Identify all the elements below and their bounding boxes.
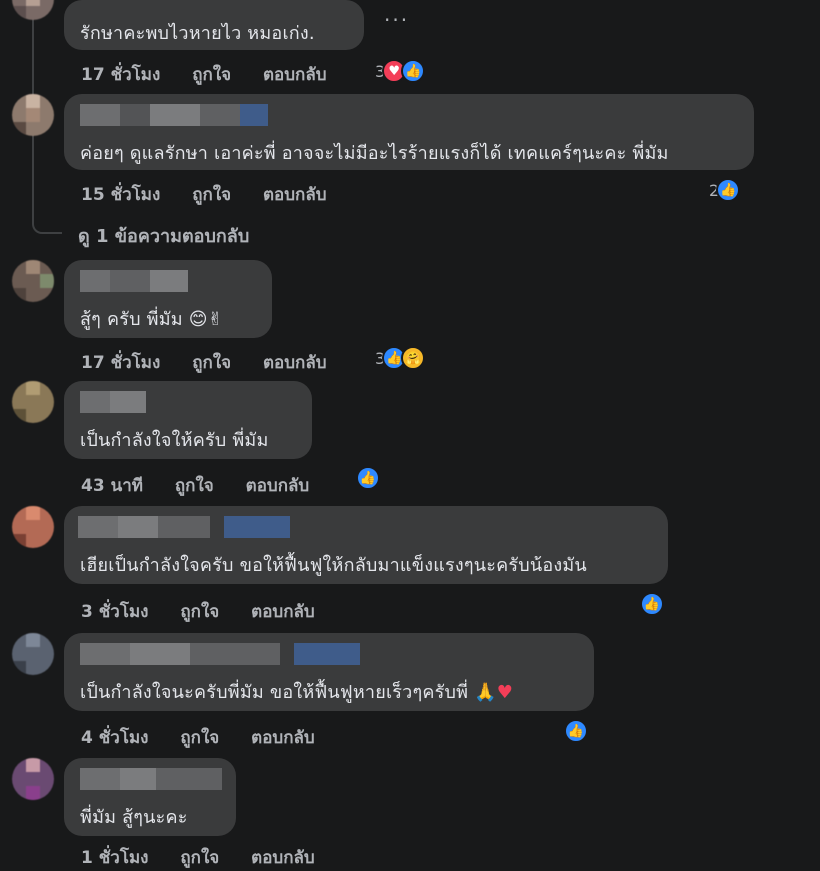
comment-actions: 43 นาที ถูกใจ ตอบกลับ — [81, 472, 335, 499]
comment-bubble: เป็นกำลังใจนะครับพี่มัม ขอให้ฟื้นฟูหายเร… — [64, 633, 594, 711]
reaction-summary[interactable]: 3 ♥ 👍 — [375, 59, 426, 83]
comment-text: เป็นกำลังใจนะครับพี่มัม ขอให้ฟื้นฟูหายเร… — [80, 677, 513, 706]
avatar[interactable] — [12, 758, 54, 800]
emoji-icon: 🙏♥ — [474, 682, 514, 703]
comment-actions: 4 ชั่วโมง ถูกใจ ตอบกลับ — [81, 724, 341, 751]
avatar[interactable] — [12, 260, 54, 302]
comment-bubble: เป็นกำลังใจให้ครับ พี่มัม — [64, 381, 312, 459]
avatar[interactable] — [12, 0, 54, 20]
comment-time[interactable]: 17 ชั่วโมง — [81, 353, 160, 373]
comment-actions: 1 ชั่วโมง ถูกใจ ตอบกลับ — [81, 844, 341, 871]
reply-thread-elbow — [32, 214, 62, 234]
reply-button[interactable]: ตอบกลับ — [263, 353, 327, 373]
thumbs-up-icon: 👍 — [564, 719, 588, 743]
comment-bubble: ค่อยๆ ดูแลรักษา เอาค่ะพี่ อาจจะไม่มีอะไร… — [64, 94, 754, 170]
reaction-summary[interactable]: 👍 — [356, 466, 380, 490]
comment-text: ค่อยๆ ดูแลรักษา เอาค่ะพี่ อาจจะไม่มีอะไร… — [80, 143, 669, 164]
avatar[interactable] — [12, 381, 54, 423]
comment-text: รักษาคะพบไวหายไว หมอเก่ง. — [80, 23, 315, 44]
like-button[interactable]: ถูกใจ — [180, 728, 219, 748]
comment-text-content: สู้ๆ ครับ พี่มัม — [80, 309, 183, 330]
comment-text-content: เป็นกำลังใจนะครับพี่มัม ขอให้ฟื้นฟูหายเร… — [80, 682, 469, 703]
blurred-author-name[interactable] — [80, 104, 268, 126]
reaction-summary[interactable]: 👍 — [640, 592, 664, 616]
emoji-icon: 😊✌ — [188, 309, 223, 330]
blurred-author-name[interactable] — [80, 768, 222, 790]
like-button[interactable]: ถูกใจ — [175, 476, 214, 496]
blurred-author-name[interactable] — [78, 516, 290, 538]
comment-text: เป็นกำลังใจให้ครับ พี่มัม — [80, 430, 269, 451]
thumbs-up-icon: 👍 — [356, 466, 380, 490]
thumbs-up-icon: 👍 — [401, 59, 426, 83]
avatar[interactable] — [12, 94, 54, 136]
reply-button[interactable]: ตอบกลับ — [251, 848, 315, 868]
comment-bubble: สู้ๆ ครับ พี่มัม 😊✌ — [64, 260, 272, 338]
comment-time[interactable]: 15 ชั่วโมง — [81, 185, 160, 205]
view-replies-link[interactable]: ดู 1 ข้อความตอบกลับ — [78, 221, 249, 250]
comment-bubble: เฮียเป็นกำลังใจครับ ขอให้ฟื้นฟูให้กลับมา… — [64, 506, 668, 584]
comment-time[interactable]: 17 ชั่วโมง — [81, 65, 160, 85]
more-options-icon[interactable]: ... — [384, 2, 409, 26]
comment-bubble: พี่มัม สู้ๆนะคะ — [64, 758, 236, 836]
reaction-summary[interactable]: 3 👍 🤗 — [375, 346, 426, 370]
comment-time[interactable]: 4 ชั่วโมง — [81, 728, 148, 748]
blurred-author-name[interactable] — [80, 643, 360, 665]
like-button[interactable]: ถูกใจ — [180, 848, 219, 868]
blurred-author-name[interactable] — [80, 391, 146, 413]
comment-actions: 17 ชั่วโมง ถูกใจ ตอบกลับ — [81, 61, 353, 88]
comment-time[interactable]: 1 ชั่วโมง — [81, 848, 148, 868]
reply-button[interactable]: ตอบกลับ — [251, 602, 315, 622]
reply-button[interactable]: ตอบกลับ — [263, 185, 327, 205]
like-button[interactable]: ถูกใจ — [192, 185, 231, 205]
reply-button[interactable]: ตอบกลับ — [246, 476, 310, 496]
reaction-summary[interactable]: 👍 — [564, 719, 588, 743]
blurred-author-name[interactable] — [80, 270, 188, 292]
care-hug-icon: 🤗 — [401, 346, 426, 370]
comment-actions: 17 ชั่วโมง ถูกใจ ตอบกลับ — [81, 349, 353, 376]
reaction-summary[interactable]: 2 👍 — [709, 178, 741, 202]
comment-text: พี่มัม สู้ๆนะคะ — [80, 807, 188, 828]
comment-actions: 3 ชั่วโมง ถูกใจ ตอบกลับ — [81, 598, 341, 625]
comment-actions: 15 ชั่วโมง ถูกใจ ตอบกลับ — [81, 181, 353, 208]
comment-time[interactable]: 43 นาที — [81, 476, 143, 496]
like-button[interactable]: ถูกใจ — [180, 602, 219, 622]
comment-bubble: รักษาคะพบไวหายไว หมอเก่ง. — [64, 0, 364, 50]
comment-time[interactable]: 3 ชั่วโมง — [81, 602, 148, 622]
reply-button[interactable]: ตอบกลับ — [251, 728, 315, 748]
comment-text: เฮียเป็นกำลังใจครับ ขอให้ฟื้นฟูให้กลับมา… — [80, 555, 587, 576]
comment-text: สู้ๆ ครับ พี่มัม 😊✌ — [80, 304, 223, 333]
avatar[interactable] — [12, 506, 54, 548]
reply-button[interactable]: ตอบกลับ — [263, 65, 327, 85]
like-button[interactable]: ถูกใจ — [192, 65, 231, 85]
thumbs-up-icon: 👍 — [716, 178, 741, 202]
thumbs-up-icon: 👍 — [640, 592, 664, 616]
like-button[interactable]: ถูกใจ — [192, 353, 231, 373]
avatar[interactable] — [12, 633, 54, 675]
